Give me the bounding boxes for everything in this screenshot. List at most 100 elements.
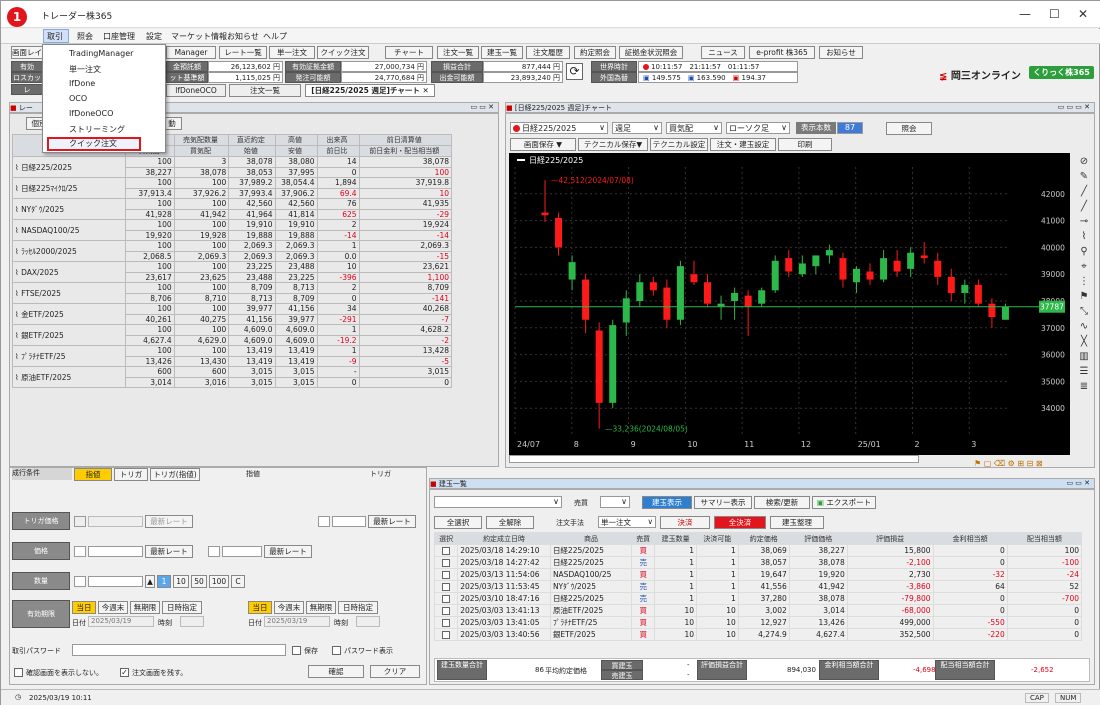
menu-help[interactable]: ヘルプ — [263, 31, 287, 42]
chart-drawing-tools[interactable]: ⊘ ✎ ╱ ╱ ⊸ ⌇ ⚲ ⌖ ⋮ ⚑ ⤡ ∿ ╳ ▥ ☰ ≣ — [1074, 154, 1094, 454]
position-row[interactable]: 2025/03/18 14:29:10 日経225/2025 買 1 1 38,069 38… — [433, 544, 1083, 557]
menu-settings[interactable]: 設定 — [146, 31, 162, 42]
price2-latest-button[interactable]: 最新レート — [264, 545, 312, 558]
exp-week-button[interactable]: 今週末 — [98, 601, 128, 614]
position-row[interactable]: 2025/03/10 18:47:16 日経225/2025 売 1 1 37,280 38… — [433, 592, 1083, 605]
positions-show-button[interactable]: 建玉表示 — [642, 496, 692, 509]
toolbar-margin[interactable]: 証拠金状況照会 — [619, 46, 683, 59]
menu-shokai[interactable]: 照会 — [77, 31, 93, 42]
trigger2-latest-button[interactable]: 最新レート — [368, 515, 416, 528]
time-input[interactable] — [180, 616, 204, 627]
row-checkbox[interactable] — [442, 547, 451, 555]
chart-ref-button[interactable]: 照会 — [886, 122, 932, 135]
time2-input[interactable] — [356, 616, 380, 627]
chart-tech-save-button[interactable]: テクニカル保存▼ — [578, 138, 648, 151]
refresh-icon[interactable]: ⟳ — [566, 63, 583, 80]
trigger2-price-input[interactable] — [332, 516, 366, 527]
settle-all-button[interactable]: 全決済 — [714, 516, 766, 529]
order-type-limit[interactable]: 指値 — [74, 468, 112, 481]
toolbar-order-history[interactable]: 注文履歴 — [526, 46, 570, 59]
chart-link-icon[interactable]: ⌇ — [15, 289, 19, 298]
price-latest-button[interactable]: 最新レート — [145, 545, 193, 558]
toolbar-execution[interactable]: 約定照会 — [574, 46, 616, 59]
chart-side-select[interactable]: 買気配 ∨ — [666, 122, 722, 134]
chart-link-icon[interactable]: ⌇ — [15, 247, 19, 256]
chart-order-settings-button[interactable]: 注文・建玉設定 — [710, 138, 776, 151]
order-type-trigger[interactable]: トリガ — [114, 468, 148, 481]
trigger-price-input[interactable] — [88, 516, 143, 527]
clear-button[interactable]: クリア — [370, 665, 420, 678]
toolbar-news[interactable]: ニュース — [701, 46, 745, 59]
minimize-icon[interactable]: — — [1019, 7, 1031, 21]
rate-row[interactable]: ⌇ 金ETF/2025 100 100 39,977 41,156 34 40,268 — [11, 303, 453, 325]
position-row[interactable]: 2025/03/03 13:41:13 原油ETF/2025 買 10 10 3,002 3… — [433, 604, 1083, 617]
qty-input[interactable] — [88, 576, 143, 587]
chart-tech-settings-button[interactable]: テクニカル設定 — [650, 138, 708, 151]
maximize-icon[interactable]: ☐ — [1049, 7, 1060, 21]
chart-save-button[interactable]: 画面保存 ▼ — [510, 138, 576, 151]
menu-item-quick-order[interactable]: クイック注文 — [47, 137, 141, 151]
rate-row[interactable]: ⌇ DAX/2025 100 100 23,225 23,488 10 23,621 — [11, 261, 453, 283]
price-dropdown[interactable] — [74, 546, 86, 557]
order-type-trigger-limit[interactable]: トリガ(指値) — [150, 468, 200, 481]
qty-100-button[interactable]: 100 — [209, 575, 229, 588]
positions-filter-select[interactable]: ∨ — [434, 496, 562, 508]
chart-link-icon[interactable]: ⌇ — [15, 184, 19, 193]
menu-item-ifdone[interactable]: IfDone — [69, 79, 95, 88]
row-checkbox[interactable] — [442, 595, 451, 603]
toolbar-single-order[interactable]: 単一注文 — [269, 46, 315, 59]
toolbar-order-list[interactable]: 注文一覧 — [437, 46, 479, 59]
row-checkbox[interactable] — [442, 571, 451, 579]
trigger-dropdown[interactable] — [74, 516, 86, 527]
positions-side-select[interactable]: ∨ — [600, 496, 630, 508]
confirm-button[interactable]: 確認 — [308, 665, 364, 678]
tab-ifdoneoco[interactable]: lfDoneOCO — [166, 84, 226, 97]
exp2-unlimited-button[interactable]: 無期限 — [306, 601, 336, 614]
chart-link-icon[interactable]: ⌇ — [15, 352, 19, 361]
menu-news[interactable]: お知らせ — [227, 31, 259, 42]
exp-datetime-button[interactable]: 日時指定 — [162, 601, 202, 614]
chart-link-icon[interactable]: ⌇ — [15, 163, 19, 172]
rate-row[interactable]: ⌇ 銀ETF/2025 100 100 4,609.0 4,609.0 1 4,628.2 — [11, 324, 453, 346]
row-checkbox[interactable] — [442, 607, 451, 615]
chart-link-icon[interactable]: ⌇ — [15, 331, 19, 340]
price2-input[interactable] — [222, 546, 262, 557]
positions-export-button[interactable]: ▣ エクスポート — [812, 496, 876, 509]
qty-clear-button[interactable]: C — [231, 575, 245, 588]
price-input[interactable] — [88, 546, 143, 557]
position-row[interactable]: 2025/03/13 11:54:06 NASDAQ100/25 買 1 1 19,647… — [433, 568, 1083, 581]
rate-row[interactable]: ⌇ 日経225/2025 100 3 38,078 38,080 14 38,078 — [11, 156, 453, 178]
menu-account[interactable]: 口座管理 — [103, 31, 135, 42]
rate-row[interactable]: ⌇ ﾌﾟﾗﾁﾅETF/25 100 100 13,419 13,419 1 13,428 — [11, 345, 453, 367]
exp-today-button[interactable]: 当日 — [72, 601, 96, 614]
chart-link-icon[interactable]: ⌇ — [15, 310, 19, 319]
toolbar-manager[interactable]: Manager — [166, 46, 216, 59]
layout-button[interactable]: 画面レイ — [11, 46, 43, 59]
menu-torihiki[interactable]: 取引 — [43, 29, 69, 43]
no-confirm-checkbox[interactable] — [14, 668, 23, 677]
toolbar-eprofit[interactable]: e-profit 株365 — [749, 46, 815, 59]
date2-input[interactable]: 2025/03/19 — [264, 616, 330, 627]
menu-item-ifdoneoco[interactable]: IfDoneOCO — [69, 109, 113, 118]
chart-scrollbar[interactable] — [509, 455, 919, 463]
qty-dropdown[interactable] — [74, 576, 86, 587]
tab-chart[interactable]: [日経225/2025 週足]チャート ✕ — [305, 84, 435, 97]
toolbar-quick-order[interactable]: クイック注文 — [317, 46, 369, 59]
row-checkbox[interactable] — [442, 619, 451, 627]
row-checkbox[interactable] — [442, 559, 451, 567]
toolbar-notice[interactable]: お知らせ — [819, 46, 863, 59]
keep-screen-checkbox[interactable]: ✓ — [120, 668, 129, 677]
menu-item-tradingmanager[interactable]: TradingManager — [69, 49, 133, 58]
qty-1-button[interactable]: 1 — [157, 575, 171, 588]
rate-row[interactable]: ⌇ FTSE/2025 100 100 8,709 8,713 2 8,709 — [11, 282, 453, 304]
chart-bottom-tools[interactable]: ⚑ ▢ ⌫ ⚙ ⊞ ⊟ ⊠ — [974, 459, 1043, 468]
exp2-datetime-button[interactable]: 日時指定 — [338, 601, 378, 614]
toolbar-chart[interactable]: チャート — [385, 46, 433, 59]
rate-row[interactable]: ⌇ NYﾀﾞｳ/2025 100 100 42,560 42,560 76 41,935 — [11, 198, 453, 220]
exp2-week-button[interactable]: 今週末 — [274, 601, 304, 614]
qty-50-button[interactable]: 50 — [191, 575, 207, 588]
select-all-button[interactable]: 全選択 — [434, 516, 482, 529]
positions-search-button[interactable]: 検索/更新 — [754, 496, 810, 509]
position-arrange-button[interactable]: 建玉整理 — [770, 516, 824, 529]
price2-dropdown[interactable] — [208, 546, 220, 557]
